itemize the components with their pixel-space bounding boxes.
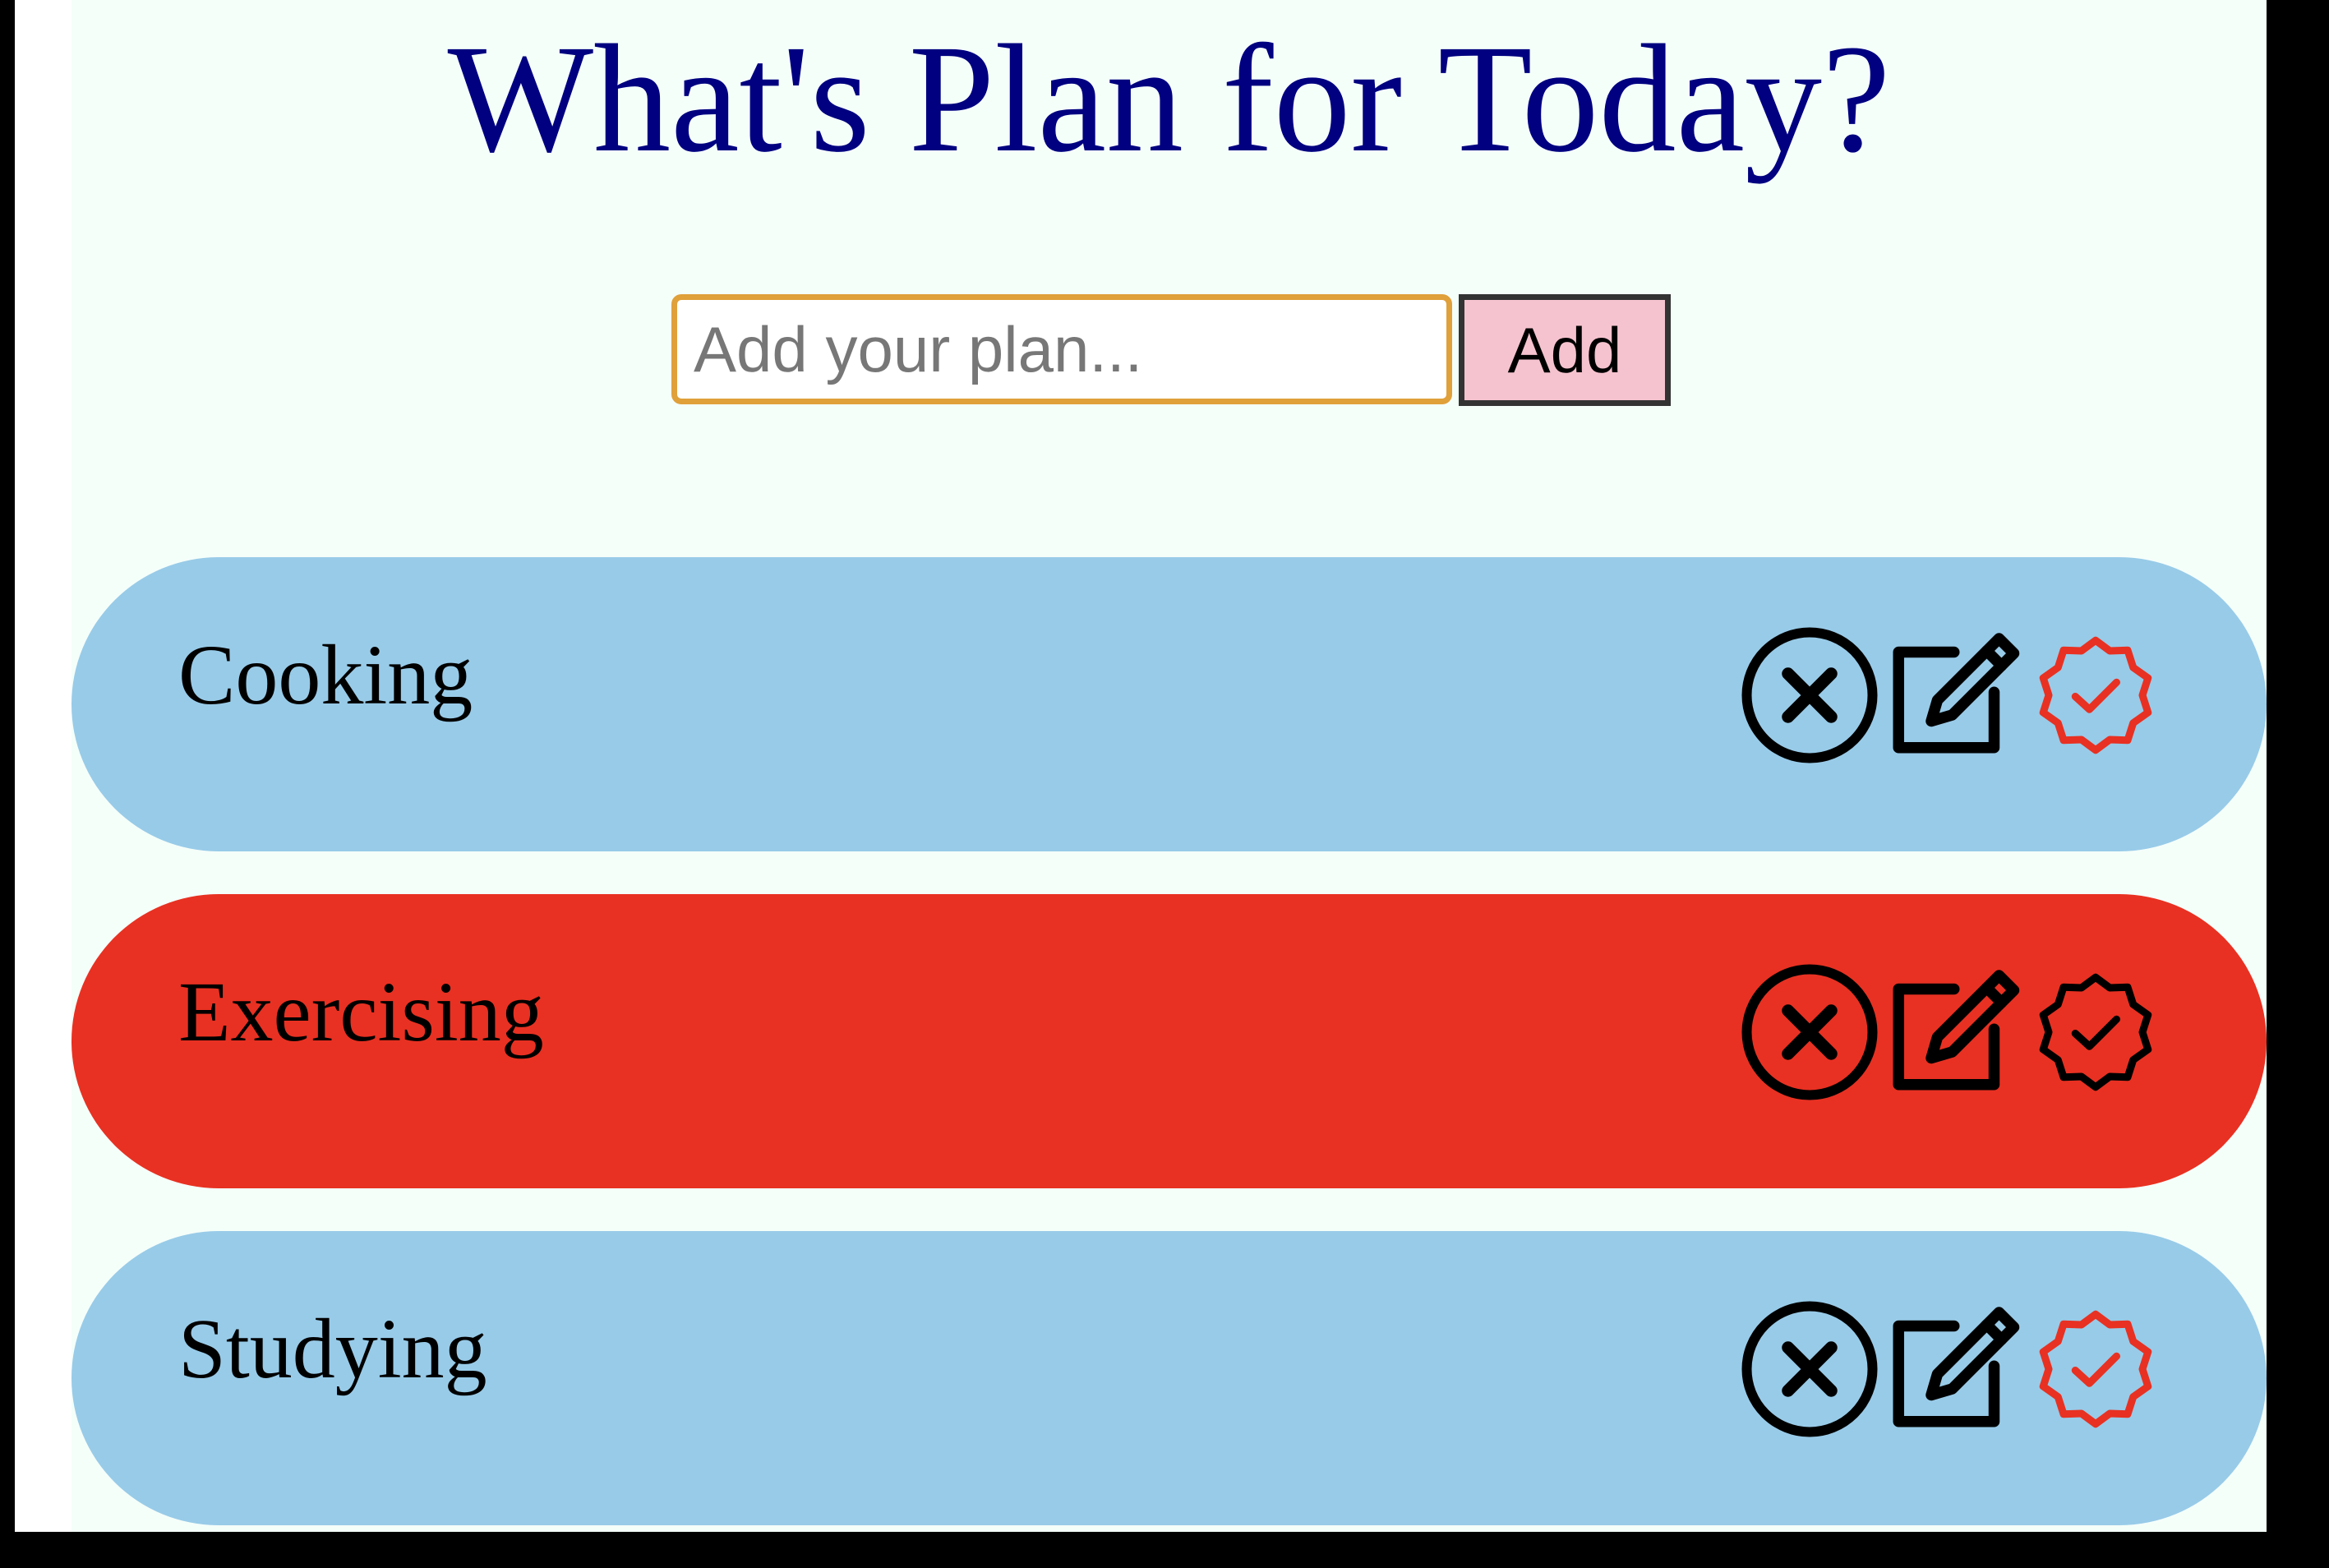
page-title: What's Plan for Today?: [447, 12, 1891, 184]
todo-text: Exercising: [178, 965, 544, 1059]
todo-actions: [1736, 621, 2196, 769]
todo-text: Studying: [178, 1302, 487, 1396]
check-badge-icon[interactable]: [2022, 1295, 2170, 1443]
todo-actions: [1736, 1295, 2196, 1443]
todo-item: Studying: [71, 1231, 2267, 1525]
check-badge-shape: [2039, 1310, 2152, 1428]
x-circle-icon[interactable]: [1736, 621, 1884, 769]
plan-input[interactable]: [671, 294, 1452, 404]
edit-icon[interactable]: [1877, 621, 2025, 769]
check-badge-shape: [2039, 973, 2152, 1091]
add-plan-form: Add: [671, 294, 1671, 406]
todo-text: Cooking: [178, 628, 473, 722]
add-button[interactable]: Add: [1459, 294, 1671, 406]
edit-icon[interactable]: [1877, 958, 2025, 1106]
page-frame: What's Plan for Today? Add Cooking: [15, 0, 2267, 1532]
check-badge-icon[interactable]: [2022, 958, 2170, 1106]
edit-icon[interactable]: [1877, 1295, 2025, 1443]
check-badge-icon[interactable]: [2022, 621, 2170, 769]
todo-app: What's Plan for Today? Add Cooking: [71, 0, 2267, 1532]
x-circle-icon[interactable]: [1736, 1295, 1884, 1443]
todo-actions: [1736, 958, 2196, 1106]
todo-item: Cooking: [71, 557, 2267, 851]
todo-list: Cooking Exercising Studying: [71, 557, 2267, 1568]
check-badge-shape: [2039, 636, 2152, 754]
x-circle-icon[interactable]: [1736, 958, 1884, 1106]
todo-item: Exercising: [71, 894, 2267, 1188]
